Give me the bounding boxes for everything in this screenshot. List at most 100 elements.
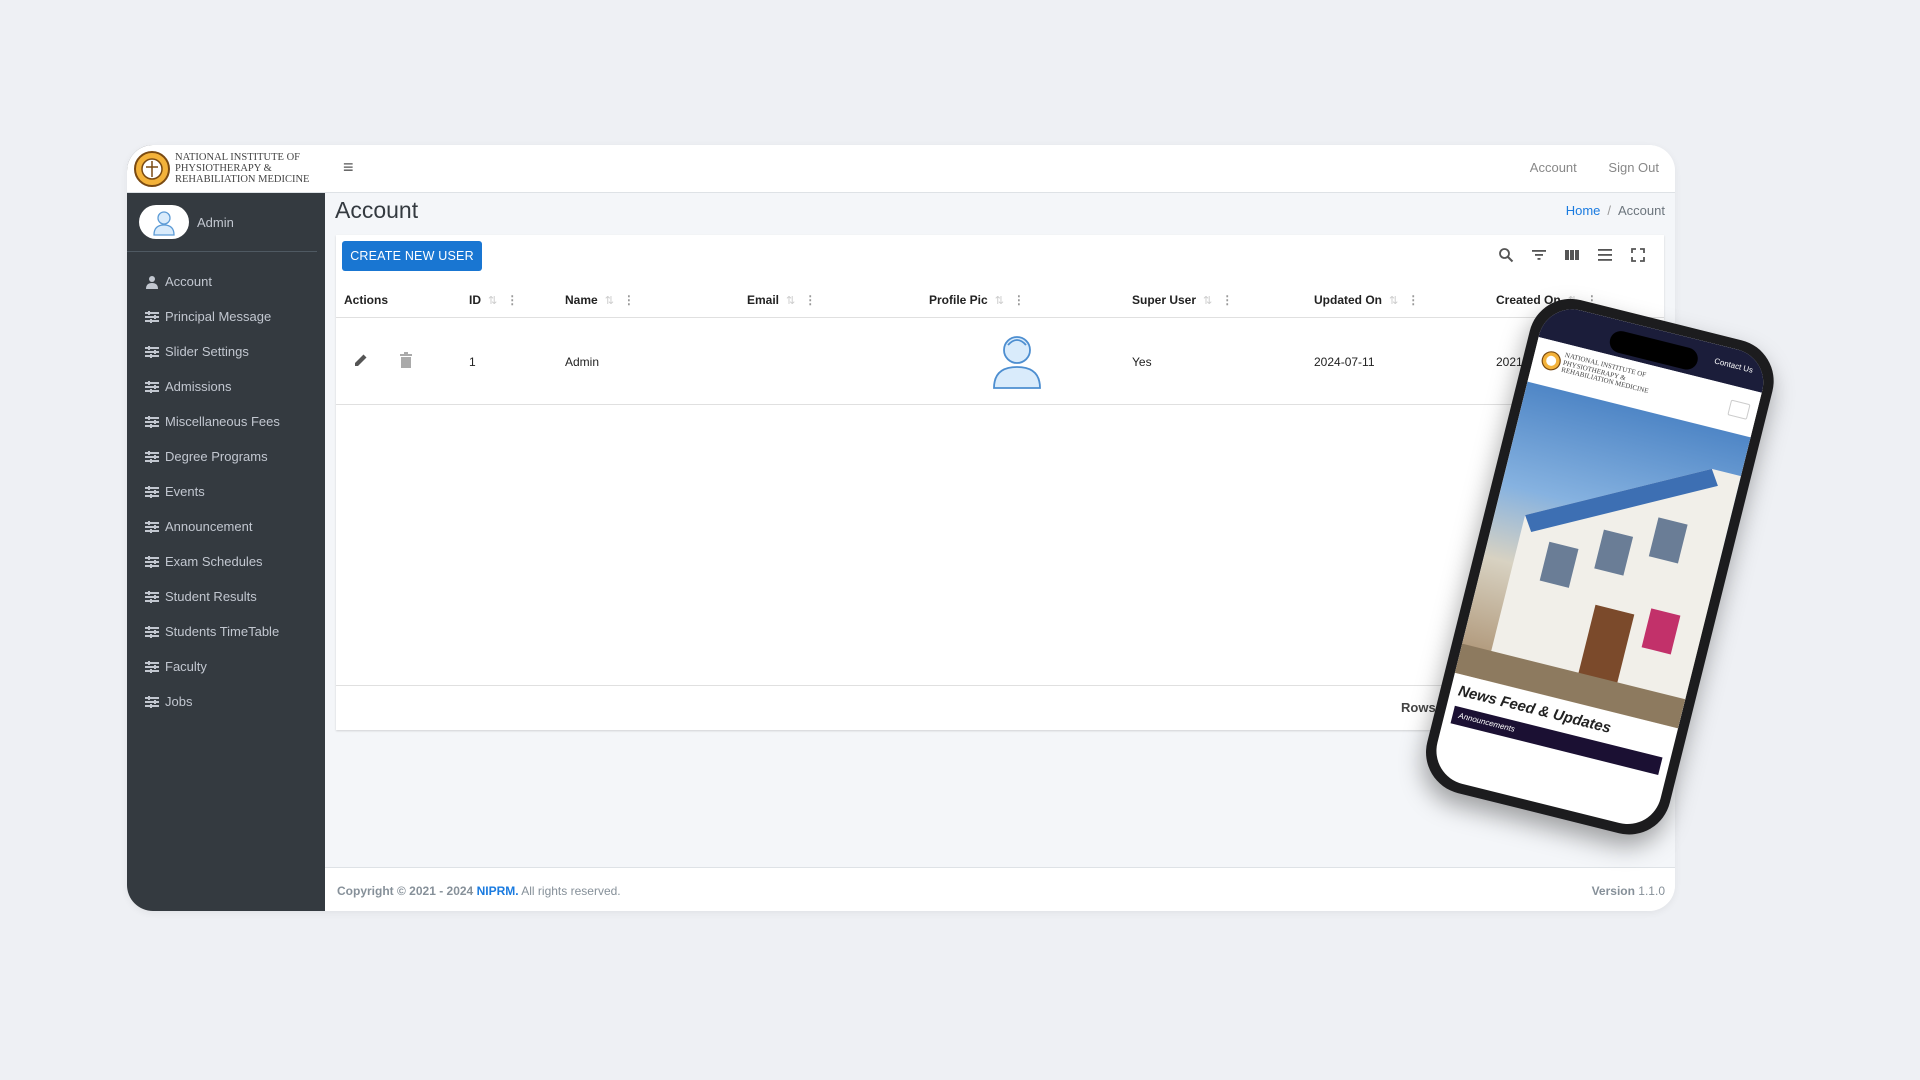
copyright: Copyright © 2021 - 2024 NIPRM. All right… — [337, 884, 621, 898]
user-avatar — [139, 205, 189, 239]
sliders-icon — [145, 345, 159, 358]
column-title: Profile Pic — [929, 293, 988, 307]
version-info: Version 1.1.0 — [1592, 884, 1665, 898]
breadcrumb-separator: / — [1607, 203, 1612, 218]
cell-id: 1 — [469, 355, 476, 369]
column-title: ID — [469, 293, 481, 307]
sort-icon[interactable]: ⇅ — [488, 294, 497, 307]
column-menu-icon[interactable]: ⋮ — [804, 293, 816, 307]
sidebar-item-label: Admissions — [165, 379, 232, 394]
delete-icon[interactable] — [399, 352, 413, 373]
sidebar-item-miscellaneous-fees[interactable]: Miscellaneous Fees — [127, 404, 325, 439]
column-menu-icon[interactable]: ⋮ — [506, 293, 518, 307]
column-title: Email — [747, 293, 780, 307]
sidebar-item-label: Students TimeTable — [165, 624, 280, 639]
column-menu-icon[interactable]: ⋮ — [623, 293, 635, 307]
sort-icon[interactable]: ⇅ — [605, 294, 614, 307]
top-navbar: ≡ Account Sign Out — [325, 145, 1675, 193]
sliders-icon — [145, 380, 159, 393]
table-row[interactable]: 1 Admin Yes 2024-07-11 2021-08-25 — [336, 318, 1664, 405]
sliders-icon — [145, 310, 159, 323]
sidebar-item-label: Degree Programs — [165, 449, 268, 464]
sidebar-item-events[interactable]: Events — [127, 474, 325, 509]
search-icon[interactable] — [1489, 247, 1522, 263]
user-avatar-icon — [153, 211, 175, 236]
phone-logo-icon — [1541, 351, 1561, 371]
top-nav-links: Account Sign Out — [1502, 160, 1659, 175]
nav-account-link[interactable]: Account — [1530, 160, 1577, 175]
sidebar-item-label: Account — [165, 274, 212, 289]
filter-icon[interactable] — [1522, 247, 1555, 263]
cell-updated-on: 2024-07-11 — [1314, 355, 1375, 369]
sort-icon[interactable]: ⇅ — [995, 294, 1004, 307]
sort-icon[interactable]: ⇅ — [1203, 294, 1212, 307]
sort-icon[interactable]: ⇅ — [786, 294, 795, 307]
sidebar-item-account[interactable]: Account — [127, 264, 325, 299]
brand[interactable]: National Institute of Physiotherapy & Re… — [127, 145, 325, 193]
fullscreen-icon[interactable] — [1621, 247, 1654, 263]
sliders-icon — [145, 520, 159, 533]
sidebar-item-students-timetable[interactable]: Students TimeTable — [127, 614, 325, 649]
phone-menu-icon[interactable] — [1727, 399, 1751, 420]
density-icon[interactable] — [1588, 247, 1621, 263]
admin-window: National Institute of Physiotherapy & Re… — [127, 145, 1675, 911]
sidebar-item-admissions[interactable]: Admissions — [127, 369, 325, 404]
column-header-email[interactable]: Email ⇅ ⋮ — [747, 293, 816, 307]
user-panel[interactable]: Admin — [127, 193, 317, 252]
sidebar-item-exam-schedules[interactable]: Exam Schedules — [127, 544, 325, 579]
column-menu-icon[interactable]: ⋮ — [1013, 293, 1025, 307]
sliders-icon — [145, 450, 159, 463]
brand-line-2: Physiotherapy & — [175, 163, 272, 174]
column-header-super-user[interactable]: Super User ⇅ ⋮ — [1132, 293, 1233, 307]
sidebar-item-label: Miscellaneous Fees — [165, 414, 280, 429]
cell-super-user: Yes — [1132, 355, 1152, 369]
sidebar-item-slider-settings[interactable]: Slider Settings — [127, 334, 325, 369]
sort-icon[interactable]: ⇅ — [1389, 294, 1398, 307]
breadcrumb-home-link[interactable]: Home — [1566, 203, 1601, 218]
sidebar-item-student-results[interactable]: Student Results — [127, 579, 325, 614]
sidebar-item-announcement[interactable]: Announcement — [127, 509, 325, 544]
profile-pic-avatar-icon — [991, 331, 1043, 394]
sliders-icon — [145, 485, 159, 498]
sidebar-item-label: Student Results — [165, 589, 257, 604]
column-header-name[interactable]: Name ⇅ ⋮ — [565, 293, 635, 307]
column-menu-icon[interactable]: ⋮ — [1407, 293, 1419, 307]
nav-signout-link[interactable]: Sign Out — [1608, 160, 1659, 175]
sliders-icon — [145, 415, 159, 428]
column-header-id[interactable]: ID ⇅ ⋮ — [469, 293, 518, 307]
version-number: 1.1.0 — [1638, 884, 1665, 898]
column-title: Actions — [344, 293, 389, 307]
sidebar-item-label: Exam Schedules — [165, 554, 263, 569]
sidebar-item-degree-programs[interactable]: Degree Programs — [127, 439, 325, 474]
menu-toggle-icon[interactable]: ≡ — [343, 157, 354, 178]
sidebar-item-label: Principal Message — [165, 309, 272, 324]
brand-line-3: Rehabiliation Medicine — [175, 174, 310, 185]
column-title: Name — [565, 293, 598, 307]
create-new-user-button[interactable]: CREATE NEW USER — [342, 241, 482, 271]
sidebar-item-label: Slider Settings — [165, 344, 249, 359]
column-header-updated-on[interactable]: Updated On ⇅ ⋮ — [1314, 293, 1419, 307]
column-header-profile-pic[interactable]: Profile Pic ⇅ ⋮ — [929, 293, 1025, 307]
sidebar-item-label: Jobs — [165, 694, 193, 709]
footer-brand-link[interactable]: NIPRM. — [477, 884, 519, 898]
phone-contact-link[interactable]: Contact Us — [1713, 356, 1754, 374]
sidebar-item-label: Events — [165, 484, 205, 499]
brand-name: National Institute of Physiotherapy & Re… — [175, 152, 309, 185]
rights-text: All rights reserved. — [521, 884, 621, 898]
breadcrumb-current: Account — [1618, 203, 1665, 218]
sidebar-item-jobs[interactable]: Jobs — [127, 684, 325, 719]
table-header: Actions ID ⇅ ⋮ Name ⇅ ⋮ Email ⇅ ⋮ Profile Pic ⇅… — [336, 283, 1664, 318]
version-label: Version — [1591, 884, 1635, 898]
sidebar-item-principal-message[interactable]: Principal Message — [127, 299, 325, 334]
sidebar-nav: Account Principal Message Slider Setting… — [127, 264, 325, 719]
brand-line-1: National Institute of — [175, 152, 301, 163]
column-menu-icon[interactable]: ⋮ — [1221, 293, 1233, 307]
columns-icon[interactable] — [1555, 247, 1588, 263]
sidebar-item-label: Announcement — [165, 519, 253, 534]
sidebar-item-faculty[interactable]: Faculty — [127, 649, 325, 684]
sliders-icon — [145, 590, 159, 603]
breadcrumb: Home / Account — [1566, 203, 1665, 218]
edit-icon[interactable] — [353, 352, 369, 373]
sidebar-item-label: Faculty — [165, 659, 207, 674]
sliders-icon — [145, 660, 159, 673]
